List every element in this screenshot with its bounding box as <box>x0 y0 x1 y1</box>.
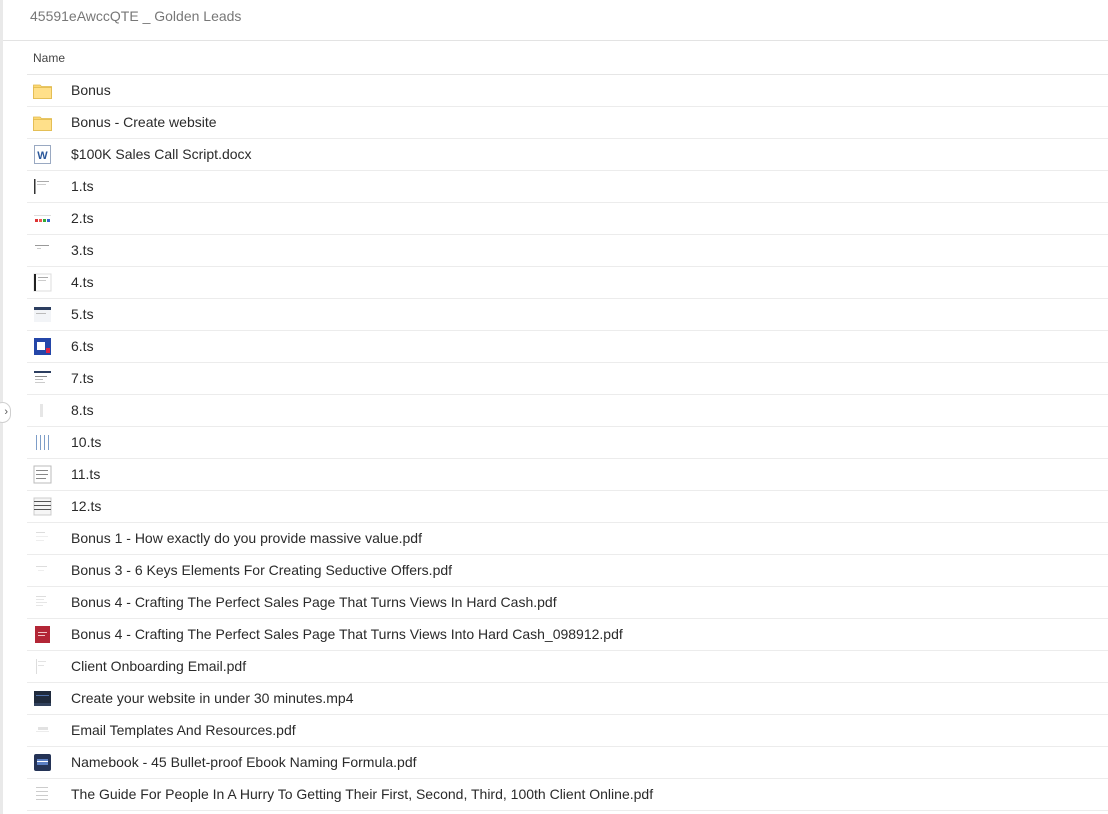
file-row[interactable]: 5.ts <box>27 299 1108 331</box>
pdf-thumbnail-icon <box>33 625 52 644</box>
file-row[interactable]: The Guide For People In A Hurry To Getti… <box>27 779 1108 811</box>
file-row[interactable]: W $100K Sales Call Script.docx <box>27 139 1108 171</box>
file-name[interactable]: 5.ts <box>71 306 94 322</box>
file-row[interactable]: Create your website in under 30 minutes.… <box>27 683 1108 715</box>
file-name[interactable]: Bonus 4 - Crafting The Perfect Sales Pag… <box>71 626 623 642</box>
file-thumbnail-icon <box>33 241 52 260</box>
file-name[interactable]: Bonus <box>71 82 111 98</box>
file-name[interactable]: 7.ts <box>71 370 94 386</box>
file-name[interactable]: Bonus 1 - How exactly do you provide mas… <box>71 530 422 546</box>
file-name[interactable]: 8.ts <box>71 402 94 418</box>
file-name[interactable]: Email Templates And Resources.pdf <box>71 722 296 738</box>
file-row[interactable]: Bonus 1 - How exactly do you provide mas… <box>27 523 1108 555</box>
file-row[interactable]: Bonus 4 - Crafting The Perfect Sales Pag… <box>27 587 1108 619</box>
file-name[interactable]: Client Onboarding Email.pdf <box>71 658 246 674</box>
file-thumbnail-icon <box>33 273 52 292</box>
file-row[interactable]: 12.ts <box>27 491 1108 523</box>
file-name[interactable]: 4.ts <box>71 274 94 290</box>
file-row[interactable]: 4.ts <box>27 267 1108 299</box>
folder-icon <box>33 81 52 100</box>
file-row[interactable]: 1.ts <box>27 171 1108 203</box>
file-thumbnail-icon <box>33 465 52 484</box>
video-thumbnail-icon <box>33 689 52 708</box>
pdf-thumbnail-icon <box>33 529 52 548</box>
pdf-thumbnail-icon <box>33 593 52 612</box>
breadcrumb[interactable]: 45591eAwccQTE _ Golden Leads <box>30 8 241 24</box>
file-rows: Bonus Bonus - Create website W $100K Sales … <box>27 75 1108 811</box>
file-thumbnail-icon <box>33 433 52 452</box>
file-row[interactable]: Namebook - 45 Bullet-proof Ebook Naming … <box>27 747 1108 779</box>
file-row[interactable]: Bonus - Create website <box>27 107 1108 139</box>
file-list: Name Bonus Bonus - Create website W $100K S… <box>27 42 1108 811</box>
file-name[interactable]: Namebook - 45 Bullet-proof Ebook Naming … <box>71 754 417 770</box>
file-thumbnail-icon <box>33 209 52 228</box>
file-row[interactable]: 6.ts <box>27 331 1108 363</box>
file-row[interactable]: 8.ts <box>27 395 1108 427</box>
word-doc-icon: W <box>33 145 52 164</box>
file-name[interactable]: Bonus 4 - Crafting The Perfect Sales Pag… <box>71 594 557 610</box>
file-row[interactable]: 7.ts <box>27 363 1108 395</box>
file-name[interactable]: 11.ts <box>71 466 100 482</box>
file-thumbnail-icon <box>33 177 52 196</box>
file-thumbnail-icon <box>33 497 52 516</box>
file-name[interactable]: Bonus 3 - 6 Keys Elements For Creating S… <box>71 562 452 578</box>
file-row[interactable]: 2.ts <box>27 203 1108 235</box>
file-name[interactable]: 6.ts <box>71 338 94 354</box>
file-name[interactable]: Bonus - Create website <box>71 114 217 130</box>
file-name[interactable]: 12.ts <box>71 498 101 514</box>
column-header-name[interactable]: Name <box>27 42 1108 75</box>
chevron-right-icon: › <box>4 406 8 418</box>
pdf-thumbnail-icon <box>33 561 52 580</box>
file-row[interactable]: 10.ts <box>27 427 1108 459</box>
file-name[interactable]: 2.ts <box>71 210 94 226</box>
file-row[interactable]: 3.ts <box>27 235 1108 267</box>
file-name[interactable]: 10.ts <box>71 434 101 450</box>
file-name[interactable]: 1.ts <box>71 178 94 194</box>
header: 45591eAwccQTE _ Golden Leads <box>3 0 1108 41</box>
file-thumbnail-icon <box>33 401 52 420</box>
folder-icon <box>33 113 52 132</box>
file-name[interactable]: $100K Sales Call Script.docx <box>71 146 252 162</box>
file-name[interactable]: The Guide For People In A Hurry To Getti… <box>71 786 653 802</box>
column-header-label: Name <box>33 51 66 65</box>
file-thumbnail-icon <box>33 305 52 324</box>
file-row[interactable]: Client Onboarding Email.pdf <box>27 651 1108 683</box>
file-name[interactable]: 3.ts <box>71 242 94 258</box>
pdf-thumbnail-icon <box>33 753 52 772</box>
file-row[interactable]: Bonus 3 - 6 Keys Elements For Creating S… <box>27 555 1108 587</box>
pdf-thumbnail-icon <box>33 721 52 740</box>
pdf-thumbnail-icon <box>33 657 52 676</box>
file-row[interactable]: Email Templates And Resources.pdf <box>27 715 1108 747</box>
file-row[interactable]: Bonus <box>27 75 1108 107</box>
file-thumbnail-icon <box>33 337 52 356</box>
svg-text:W: W <box>37 150 48 162</box>
file-name[interactable]: Create your website in under 30 minutes.… <box>71 690 353 706</box>
file-row[interactable]: 11.ts <box>27 459 1108 491</box>
file-thumbnail-icon <box>33 369 52 388</box>
file-row[interactable]: Bonus 4 - Crafting The Perfect Sales Pag… <box>27 619 1108 651</box>
expand-sidebar-button[interactable]: › <box>0 402 11 423</box>
pdf-thumbnail-icon <box>33 785 52 804</box>
